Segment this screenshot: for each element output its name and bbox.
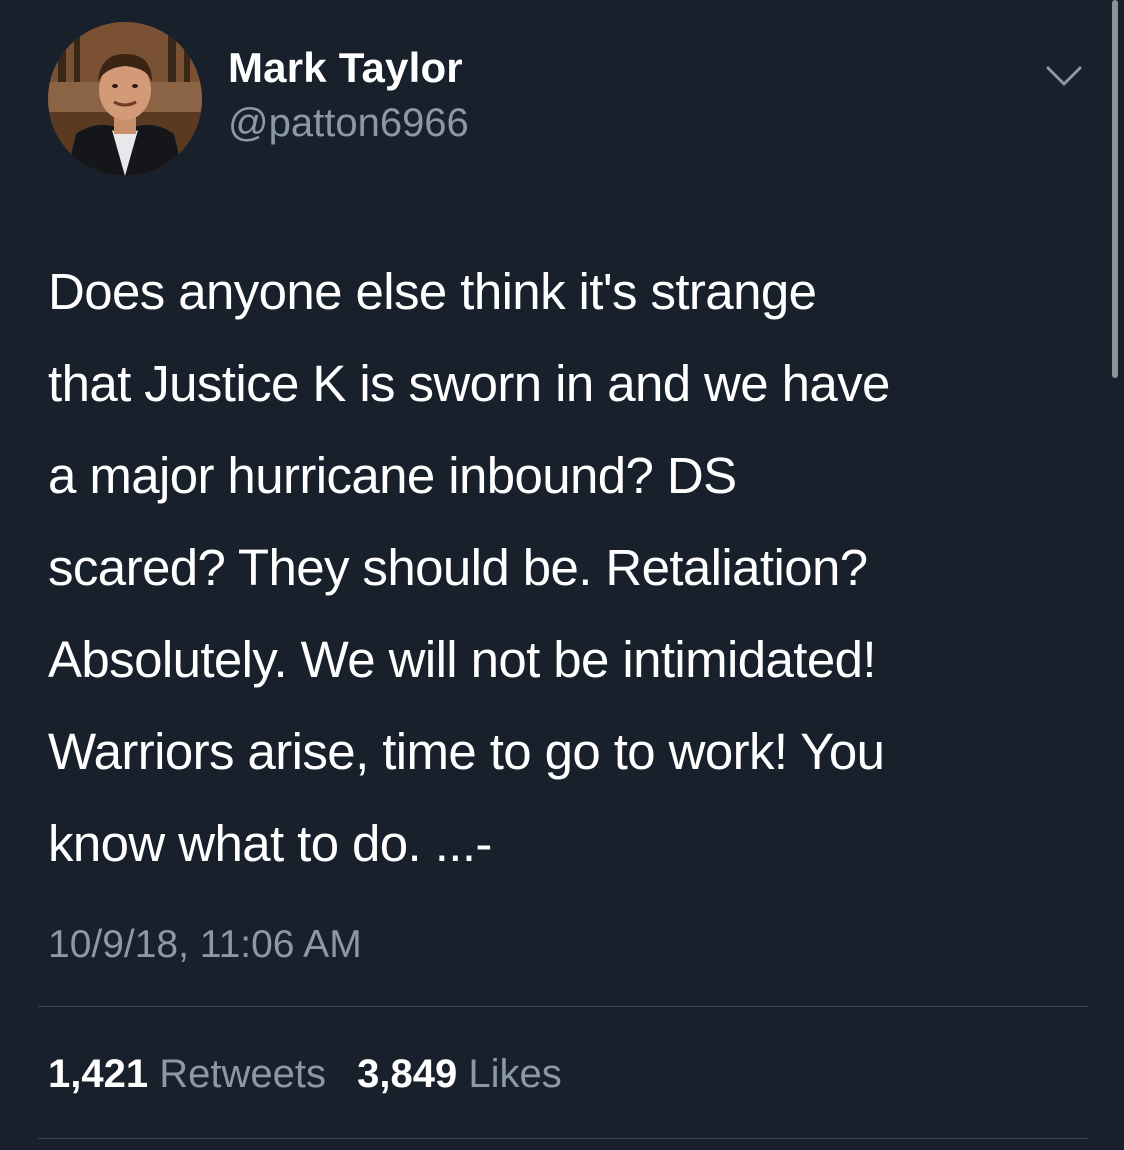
tweet-text: Does anyone else think it's strange that…	[48, 263, 890, 872]
tweet-card: Mark Taylor @patton6966 Does anyone else…	[0, 0, 1124, 1150]
likes-count: 3,849	[357, 1052, 458, 1096]
retweets-stat[interactable]: 1,421 Retweets	[48, 1048, 326, 1100]
engagement-stats: 1,421 Retweets 3,849 Likes	[48, 1048, 582, 1100]
tweet-timestamp[interactable]: 10/9/18, 11:06 AM	[48, 920, 362, 970]
likes-stat[interactable]: 3,849 Likes	[357, 1048, 562, 1100]
avatar-photo	[48, 22, 202, 176]
display-name[interactable]: Mark Taylor	[228, 42, 463, 94]
retweets-label: Retweets	[159, 1052, 326, 1096]
divider	[38, 1138, 1088, 1139]
retweets-count: 1,421	[48, 1052, 149, 1096]
user-handle[interactable]: @patton6966	[228, 98, 469, 148]
scrollbar[interactable]	[1112, 0, 1118, 378]
avatar[interactable]	[48, 22, 202, 176]
likes-label: Likes	[468, 1052, 562, 1096]
divider	[38, 1006, 1088, 1007]
chevron-down-icon[interactable]	[1044, 62, 1084, 90]
